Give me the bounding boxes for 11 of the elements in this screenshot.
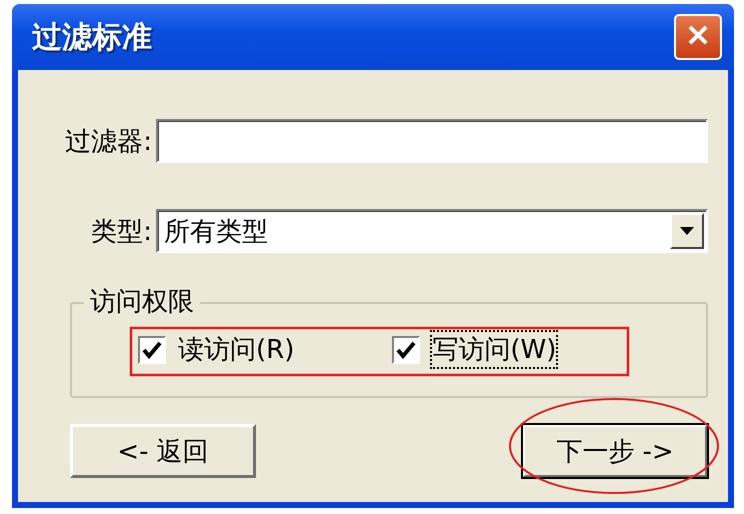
back-button[interactable]: <- 返回 [70,424,256,478]
type-dropdown[interactable]: 所有类型 [156,209,708,253]
window-title: 过滤标准 [32,18,152,56]
filter-label: 过滤器: [64,126,152,158]
close-button[interactable]: ✕ [674,14,722,60]
checkbox[interactable] [138,336,166,364]
type-label: 类型: [90,216,152,248]
checkbox-option[interactable]: 读访问(R) [138,330,296,369]
checkbox[interactable] [392,336,420,364]
next-button[interactable]: 下一步 -> [522,424,708,478]
filter-field[interactable] [156,119,708,163]
